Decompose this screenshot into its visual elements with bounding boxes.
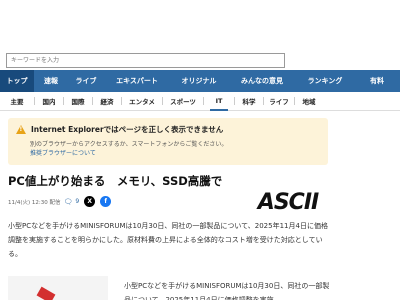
article-lead: 小型PCなどを手がけるMINISFORUMは10月30日、同社の一部製品について… (8, 222, 328, 258)
category-domestic[interactable]: 国内 (35, 92, 63, 111)
primary-nav: トップ 速報 ライブ エキスパート オリジナル みんなの意見 ランキング 有料 (0, 70, 400, 92)
category-main[interactable]: 主要 (0, 92, 34, 111)
article-title: PC値上がり始まる メモリ、SSD高騰で (8, 174, 223, 188)
tab-live[interactable]: ライブ (68, 70, 104, 92)
category-nav: 主要 国内 国際 経済 エンタメ スポーツ IT 科学 ライフ 地域 (0, 92, 400, 111)
article-body: 小型PCなどを手がけるMINISFORUMは10月30日、同社の一部製品について… (124, 282, 330, 300)
publish-time: 11/4(火) 12:30 配信 (8, 199, 61, 206)
tab-top[interactable]: トップ (0, 70, 34, 92)
article-thumbnail[interactable] (8, 276, 108, 300)
search-box[interactable] (6, 53, 285, 68)
source-logo[interactable]: ASCII (254, 190, 322, 215)
category-science[interactable]: 科学 (235, 92, 263, 111)
x-share-icon[interactable]: X (84, 196, 96, 207)
tab-expert[interactable]: エキスパート (104, 70, 170, 92)
warning-title: Internet Explorerではページを正しく表示できません (31, 125, 224, 134)
category-entertainment[interactable]: エンタメ (122, 92, 162, 111)
tab-breaking[interactable]: 速報 (34, 70, 68, 92)
category-local[interactable]: 地域 (295, 92, 323, 111)
tab-original[interactable]: オリジナル (170, 70, 228, 92)
warning-body: 別のブラウザーからアクセスするか、スマートフォンからご覧ください。 (30, 141, 228, 148)
search-input[interactable] (7, 54, 284, 67)
tab-ranking[interactable]: ランキング (296, 70, 354, 92)
tab-paid[interactable]: 有料 (354, 70, 400, 92)
comment-icon[interactable]: 🗨 (64, 198, 73, 206)
category-economy[interactable]: 経済 (93, 92, 121, 111)
browser-warning: Internet Explorerではページを正しく表示できません 別のブラウザ… (8, 118, 328, 165)
article-meta: 11/4(火) 12:30 配信 🗨 9 X f (8, 196, 112, 207)
category-sports[interactable]: スポーツ (163, 92, 203, 111)
facebook-share-icon[interactable]: f (100, 196, 112, 207)
top-strip (0, 0, 400, 10)
category-it[interactable]: IT (204, 92, 234, 111)
warning-triangle-icon (16, 125, 26, 134)
tab-opinions[interactable]: みんなの意見 (228, 70, 296, 92)
category-world[interactable]: 国際 (64, 92, 92, 111)
category-life[interactable]: ライフ (264, 92, 294, 111)
comment-count[interactable]: 9 (75, 198, 79, 205)
thumbnail-graphic (36, 286, 56, 300)
recommended-browser-link[interactable]: 推奨ブラウザーについて (16, 149, 320, 158)
